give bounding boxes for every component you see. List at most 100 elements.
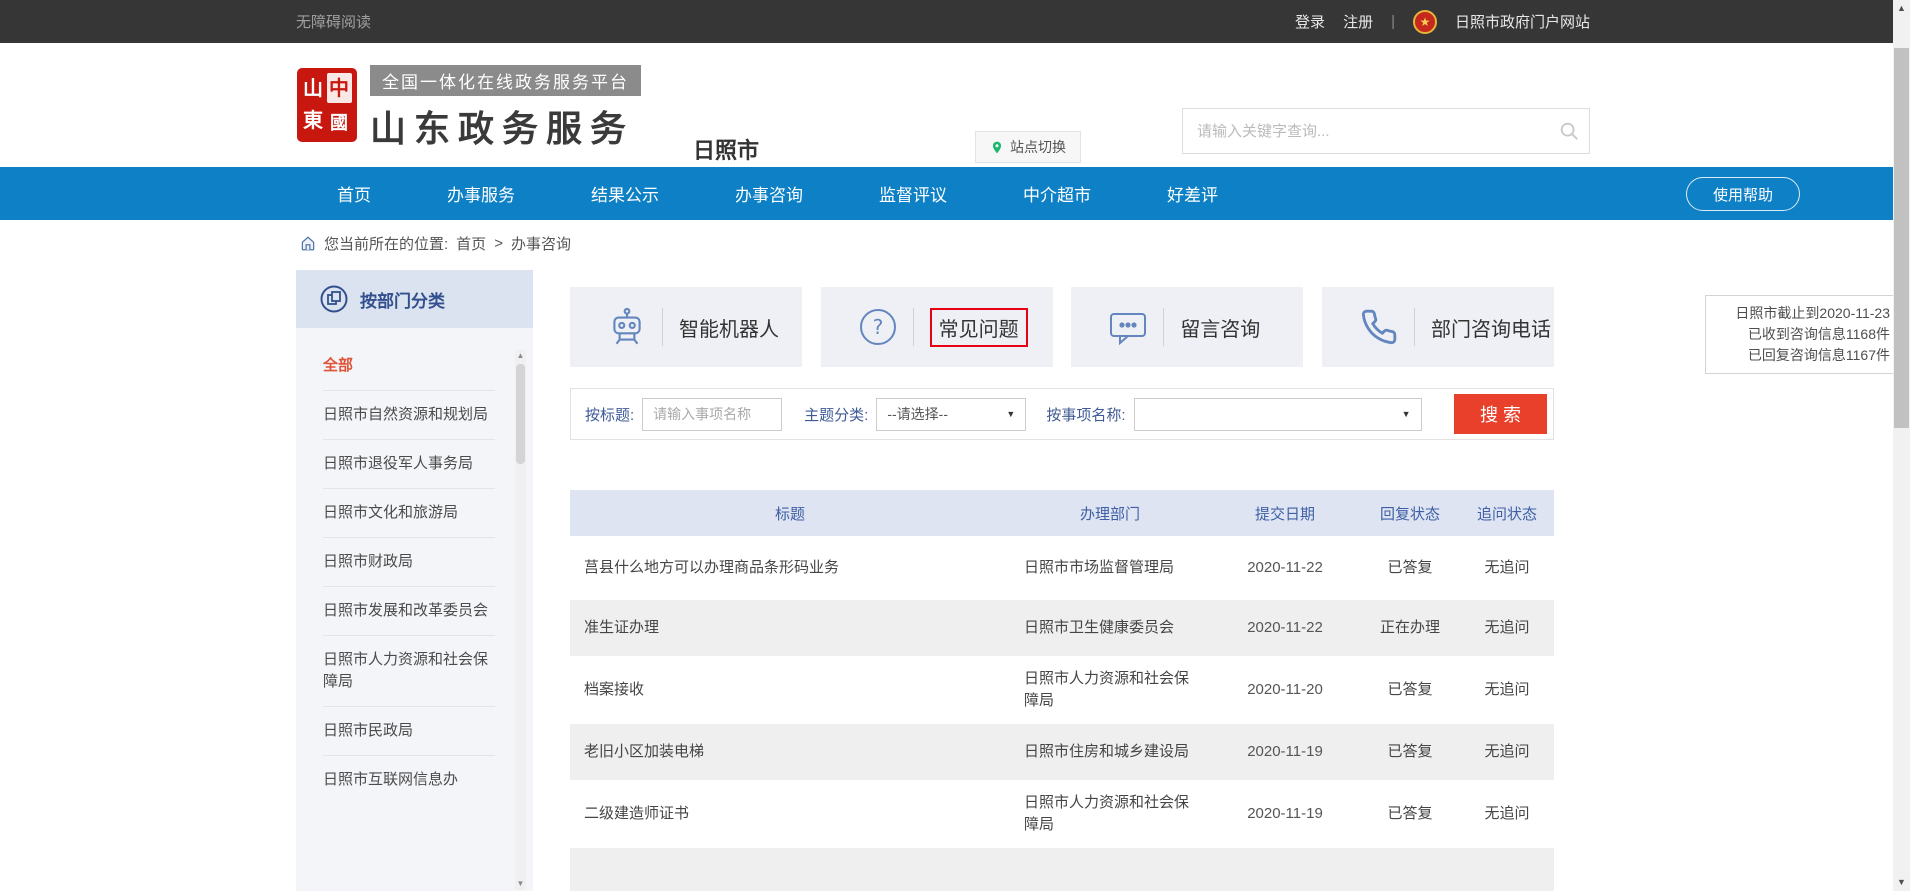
cell-title[interactable]: 档案接收 bbox=[570, 679, 1010, 701]
tab-phone-directory-label: 部门咨询电话 bbox=[1431, 313, 1551, 342]
cell-followup-status: 无追问 bbox=[1460, 741, 1554, 763]
portal-link[interactable]: 日照市政府门户网站 bbox=[1455, 11, 1590, 32]
table-row-partial bbox=[570, 848, 1554, 891]
cell-date: 2020-11-22 bbox=[1210, 617, 1360, 639]
sidebar-item-veterans[interactable]: 日照市退役军人事务局 bbox=[323, 440, 495, 489]
sidebar-scrollbar[interactable]: ▲ ▼ bbox=[515, 350, 526, 890]
header-search-box bbox=[1182, 108, 1590, 154]
nav-item-home[interactable]: 首页 bbox=[337, 181, 371, 206]
item-filter-label: 按事项名称: bbox=[1046, 404, 1125, 425]
sidebar-item-culture-tourism[interactable]: 日照市文化和旅游局 bbox=[323, 489, 495, 538]
sidebar-item-development-reform[interactable]: 日照市发展和改革委员会 bbox=[323, 587, 495, 636]
table-row[interactable]: 准生证办理 日照市卫生健康委员会 2020-11-22 正在办理 无追问 bbox=[570, 600, 1554, 656]
col-department: 办理部门 bbox=[1010, 503, 1210, 524]
chevron-down-icon: ▼ bbox=[1006, 409, 1015, 419]
category-select[interactable]: --请选择-- ▼ bbox=[876, 398, 1026, 431]
top-bar: 无障碍阅读 登录 注册 | ★ 日照市政府门户网站 bbox=[0, 0, 1910, 43]
cell-title[interactable]: 准生证办理 bbox=[570, 617, 1010, 639]
shandong-seal-icon: 中 國 山 東 bbox=[296, 65, 358, 145]
scroll-down-icon[interactable]: ▼ bbox=[1893, 874, 1910, 891]
nav-item-supervision[interactable]: 监督评议 bbox=[879, 181, 947, 206]
title-filter-label: 按标题: bbox=[585, 404, 634, 425]
cell-department: 日照市卫生健康委员会 bbox=[1010, 617, 1210, 639]
site-switch-button[interactable]: 站点切换 bbox=[975, 131, 1081, 163]
search-icon[interactable] bbox=[1549, 120, 1589, 142]
scroll-up-icon[interactable]: ▲ bbox=[1893, 0, 1910, 17]
breadcrumb-home-link[interactable]: 首页 bbox=[456, 233, 486, 254]
sidebar-item-human-resources[interactable]: 日照市人力资源和社会保障局 bbox=[323, 636, 495, 707]
page-scrollbar[interactable]: ▲ ▼ bbox=[1893, 0, 1910, 891]
stats-received: 已收到咨询信息1168件 bbox=[1716, 324, 1890, 345]
cell-followup-status: 无追问 bbox=[1460, 679, 1554, 701]
sidebar-item-civil-affairs[interactable]: 日照市民政局 bbox=[323, 707, 495, 756]
table-header-row: 标题 办理部门 提交日期 回复状态 追问状态 bbox=[570, 490, 1554, 536]
cell-date: 2020-11-19 bbox=[1210, 741, 1360, 763]
tab-smart-robot[interactable]: 智能机器人 bbox=[570, 287, 802, 367]
national-emblem-icon: ★ bbox=[1413, 10, 1437, 34]
breadcrumb-current: 办事咨询 bbox=[511, 233, 571, 254]
consultation-stats: 日照市截止到2020-11-23 已收到咨询信息1168件 已回复咨询信息116… bbox=[1705, 295, 1901, 374]
nav-item-services[interactable]: 办事服务 bbox=[447, 181, 515, 206]
svg-text:國: 國 bbox=[330, 113, 348, 133]
topbar-divider: | bbox=[1391, 13, 1395, 30]
home-icon bbox=[300, 236, 316, 251]
cell-title[interactable]: 二级建造师证书 bbox=[570, 803, 1010, 825]
login-link[interactable]: 登录 bbox=[1295, 11, 1325, 32]
consultation-table: 标题 办理部门 提交日期 回复状态 追问状态 莒县什么地方可以办理商品条形码业务… bbox=[570, 490, 1554, 891]
nav-item-results[interactable]: 结果公示 bbox=[591, 181, 659, 206]
tab-phone-directory[interactable]: 部门咨询电话 bbox=[1322, 287, 1554, 367]
table-row[interactable]: 老旧小区加装电梯 日照市住房和城乡建设局 2020-11-19 已答复 无追问 bbox=[570, 724, 1554, 780]
nav-item-consult[interactable]: 办事咨询 bbox=[735, 181, 803, 206]
table-row[interactable]: 莒县什么地方可以办理商品条形码业务 日照市市场监督管理局 2020-11-22 … bbox=[570, 536, 1554, 600]
table-row[interactable]: 二级建造师证书 日照市人力资源和社会保障局 2020-11-19 已答复 无追问 bbox=[570, 780, 1554, 848]
sidebar-item-all[interactable]: 全部 bbox=[323, 342, 495, 391]
cell-department: 日照市住房和城乡建设局 bbox=[1010, 741, 1210, 763]
filter-bar: 按标题: 主题分类: --请选择-- ▼ 按事项名称: ▼ 搜 索 bbox=[570, 388, 1554, 440]
sidebar-item-finance[interactable]: 日照市财政局 bbox=[323, 538, 495, 587]
cell-reply-status: 已答复 bbox=[1360, 741, 1460, 763]
cell-date: 2020-11-22 bbox=[1210, 557, 1360, 579]
item-select[interactable]: ▼ bbox=[1134, 398, 1422, 431]
cell-title[interactable]: 莒县什么地方可以办理商品条形码业务 bbox=[570, 557, 1010, 579]
col-followup-status: 追问状态 bbox=[1460, 503, 1554, 524]
title-filter-input[interactable] bbox=[642, 398, 782, 431]
col-title: 标题 bbox=[570, 503, 1010, 524]
tab-faq-label: 常见问题 bbox=[930, 308, 1028, 347]
sidebar-scroll-thumb[interactable] bbox=[516, 364, 525, 464]
scroll-down-icon[interactable]: ▼ bbox=[515, 878, 526, 890]
logo[interactable]: 中 國 山 東 全国一体化在线政务服务平台 山东政务服务 bbox=[296, 65, 641, 152]
brand-title: 山东政务服务 bbox=[370, 100, 641, 152]
tab-message-consult[interactable]: 留言咨询 bbox=[1071, 287, 1303, 367]
keyword-search-input[interactable] bbox=[1183, 123, 1549, 140]
cell-date: 2020-11-20 bbox=[1210, 679, 1360, 701]
page-scroll-thumb[interactable] bbox=[1894, 48, 1909, 428]
cell-department: 日照市市场监督管理局 bbox=[1010, 557, 1210, 579]
city-name: 日照市 bbox=[693, 133, 759, 165]
svg-text:山: 山 bbox=[303, 77, 323, 100]
nav-item-rating[interactable]: 好差评 bbox=[1167, 181, 1218, 206]
map-pin-icon bbox=[990, 139, 1004, 156]
site-switch-label: 站点切换 bbox=[1010, 137, 1066, 157]
category-icon bbox=[320, 285, 348, 313]
page: 无障碍阅读 登录 注册 | ★ 日照市政府门户网站 中 國 山 東 全国一体 bbox=[0, 0, 1910, 891]
register-link[interactable]: 注册 bbox=[1343, 11, 1373, 32]
scroll-up-icon[interactable]: ▲ bbox=[515, 350, 526, 362]
sidebar-item-natural-resources[interactable]: 日照市自然资源和规划局 bbox=[323, 391, 495, 440]
search-button[interactable]: 搜 索 bbox=[1454, 394, 1547, 434]
help-button[interactable]: 使用帮助 bbox=[1686, 177, 1800, 211]
cell-title[interactable]: 老旧小区加装电梯 bbox=[570, 741, 1010, 763]
main-content: 智能机器人 ? 常见问题 bbox=[570, 287, 1554, 891]
table-row[interactable]: 档案接收 日照市人力资源和社会保障局 2020-11-20 已答复 无追问 bbox=[570, 656, 1554, 724]
svg-text:中: 中 bbox=[329, 76, 349, 100]
cell-reply-status: 已答复 bbox=[1360, 557, 1460, 579]
sidebar-item-internet-info[interactable]: 日照市互联网信息办 bbox=[323, 756, 495, 804]
sidebar-title: 按部门分类 bbox=[360, 287, 445, 312]
category-filter-label: 主题分类: bbox=[804, 404, 868, 425]
cell-reply-status: 已答复 bbox=[1360, 679, 1460, 701]
chevron-down-icon: ▼ bbox=[1402, 409, 1411, 419]
breadcrumb-prefix: 您当前所在的位置: bbox=[324, 233, 448, 254]
tab-faq[interactable]: ? 常见问题 bbox=[821, 287, 1053, 367]
nav-item-intermediary[interactable]: 中介超市 bbox=[1023, 181, 1091, 206]
accessibility-link[interactable]: 无障碍阅读 bbox=[296, 11, 371, 32]
breadcrumb: 您当前所在的位置: 首页 > 办事咨询 bbox=[300, 233, 571, 254]
